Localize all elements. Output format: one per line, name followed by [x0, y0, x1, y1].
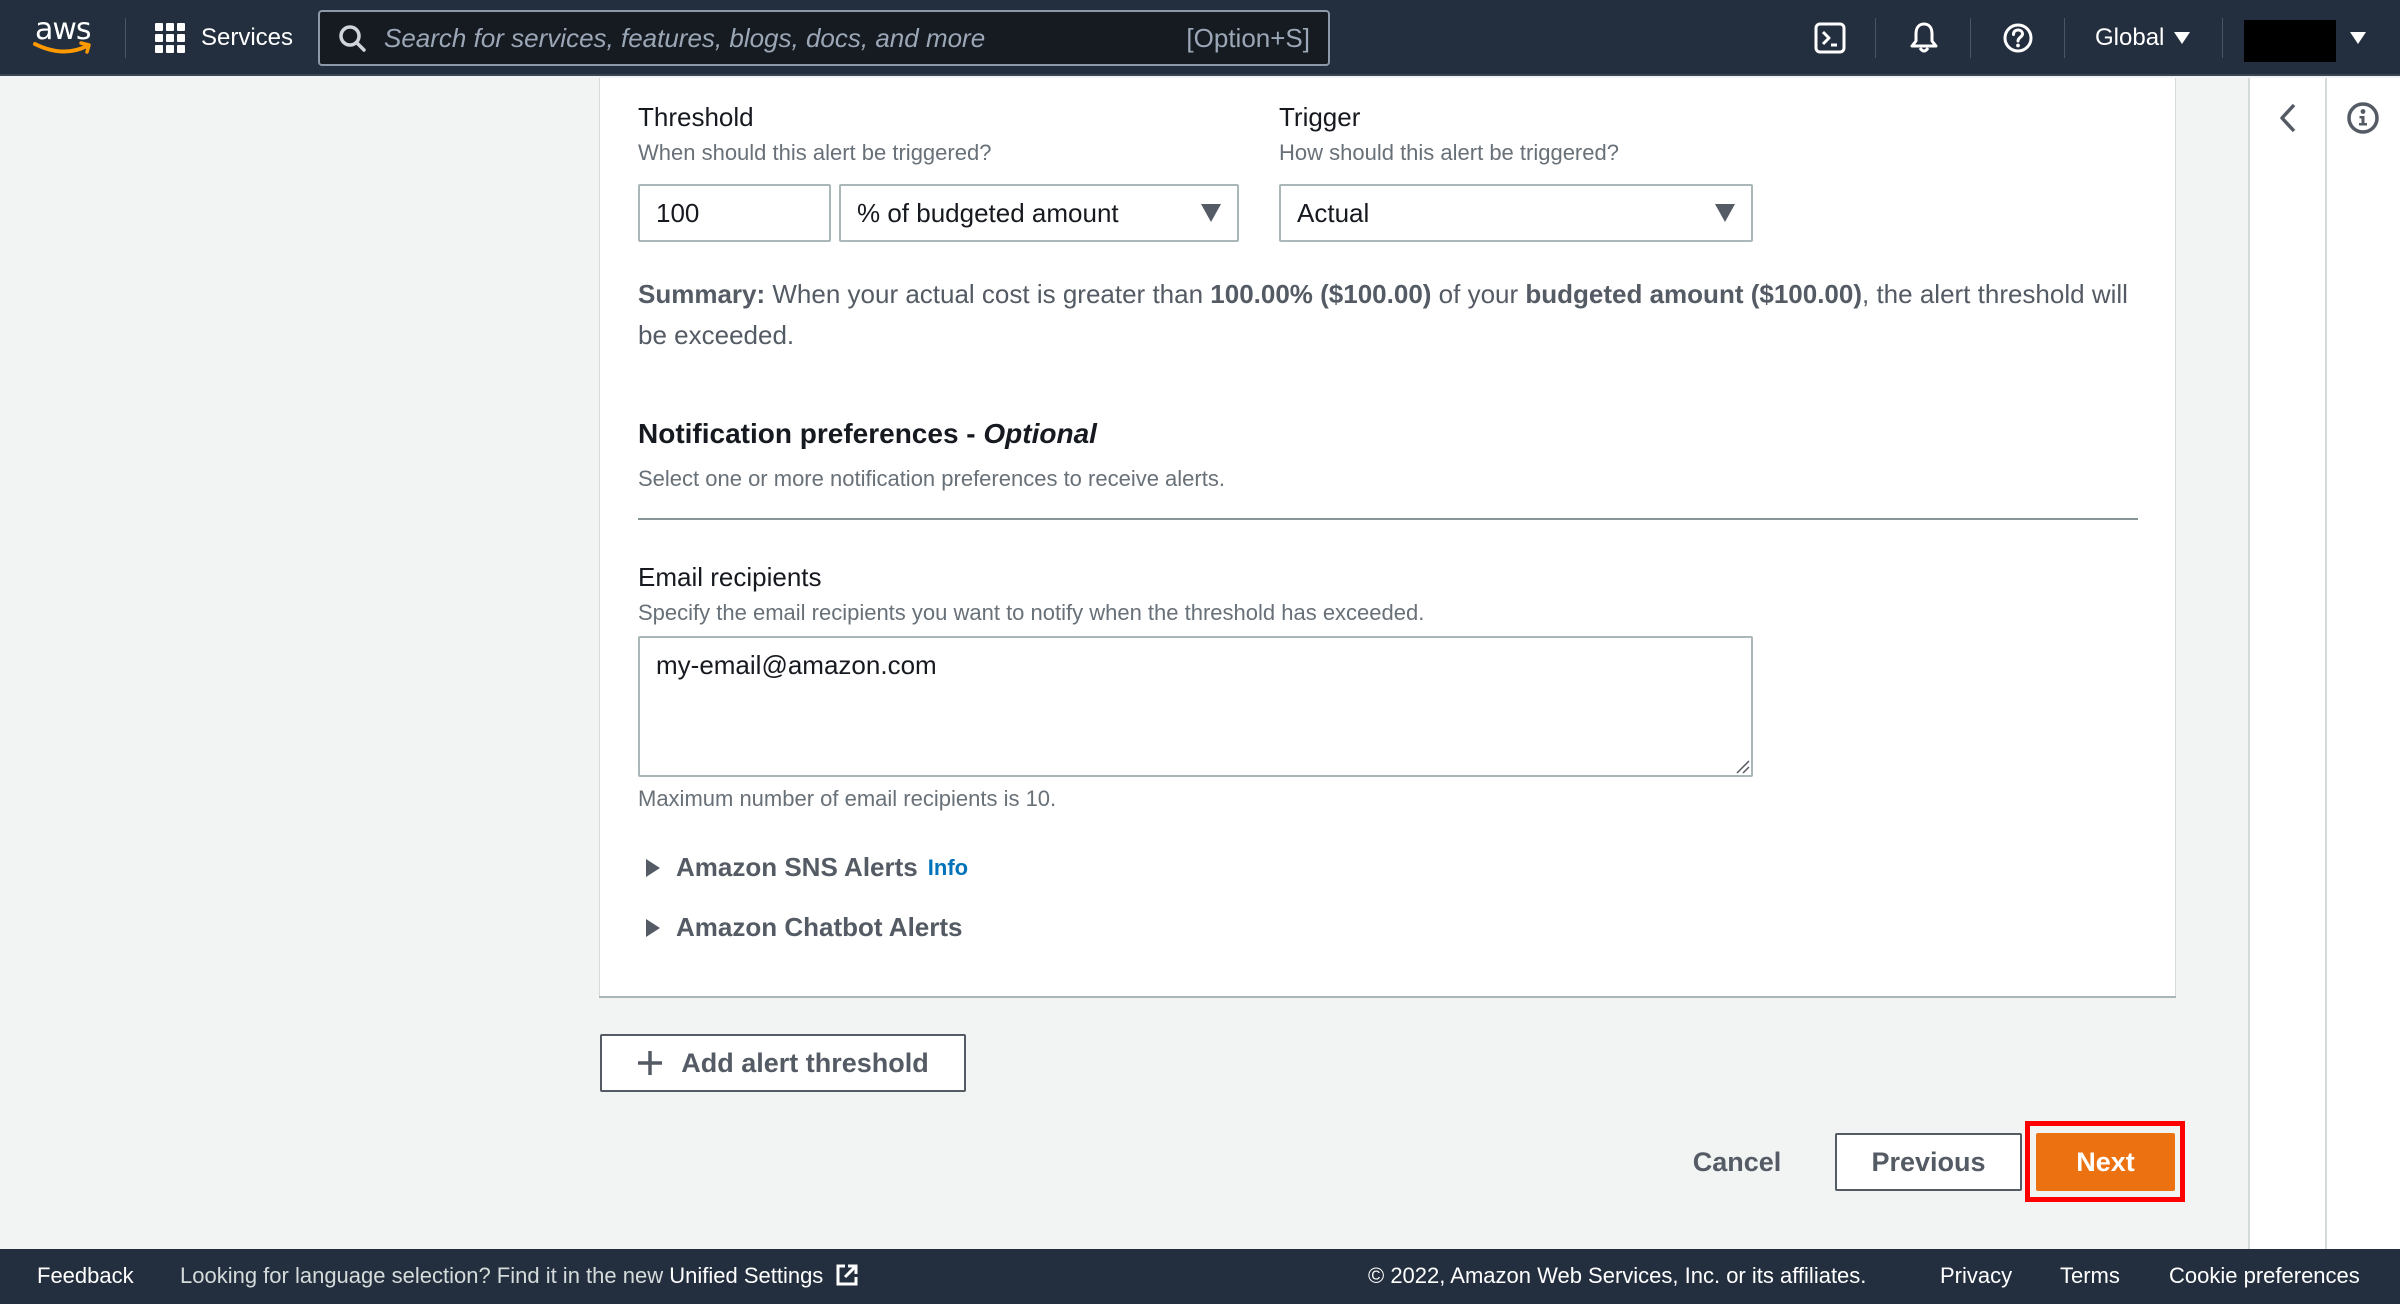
language-notice: Looking for language selection? Find it …	[180, 1263, 859, 1289]
alert-threshold-card: Threshold When should this alert be trig…	[599, 78, 2176, 996]
header-divider	[2064, 18, 2065, 58]
add-alert-threshold-label: Add alert threshold	[681, 1047, 929, 1078]
console-footer: Feedback Looking for language selection?…	[0, 1249, 2400, 1304]
header-divider	[2222, 18, 2223, 58]
email-recipients-constraint: Maximum number of email recipients is 10…	[638, 786, 1057, 811]
heading-text: Notification preferences -	[638, 418, 984, 449]
email-recipients-label: Email recipients	[638, 562, 822, 592]
section-divider	[638, 518, 2138, 520]
trigger-select[interactable]: Actual	[1279, 184, 1753, 242]
info-icon	[2347, 102, 2379, 134]
aws-logo[interactable]: aws	[33, 12, 95, 60]
caret-down-icon	[1715, 204, 1735, 222]
threshold-hint: When should this alert be triggered?	[638, 140, 992, 165]
sns-alerts-label: Amazon SNS Alerts	[676, 852, 918, 882]
notification-preferences-heading: Notification preferences - Optional	[638, 418, 1097, 450]
threshold-value-field[interactable]	[638, 184, 831, 242]
external-link-icon	[836, 1264, 858, 1286]
threshold-unit-value: % of budgeted amount	[857, 197, 1119, 228]
privacy-link[interactable]: Privacy	[1940, 1263, 2012, 1289]
summary-label: Summary:	[638, 279, 766, 309]
services-grid-icon	[155, 23, 185, 53]
region-label: Global	[2095, 24, 2165, 51]
caret-right-icon	[646, 858, 660, 877]
terms-link[interactable]: Terms	[2060, 1263, 2120, 1289]
collapse-panel-button[interactable]	[2268, 98, 2308, 138]
caret-down-icon	[1201, 204, 1221, 222]
services-label: Services	[201, 24, 294, 51]
threshold-label: Threshold	[638, 102, 754, 132]
trigger-label: Trigger	[1279, 102, 1361, 132]
search-shortcut-hint: [Option+S]	[1186, 22, 1310, 53]
help-button[interactable]	[2000, 20, 2036, 56]
aws-smile-icon	[33, 41, 91, 54]
notification-preferences-description: Select one or more notification preferen…	[638, 466, 1225, 491]
unified-settings-link[interactable]: Unified Settings	[669, 1263, 823, 1288]
help-icon	[2003, 23, 2033, 53]
search-input[interactable]	[384, 22, 1187, 54]
side-panel-info-strip	[2325, 78, 2400, 1249]
account-menu-redacted[interactable]	[2244, 20, 2336, 62]
summary-percent: 100.00% ($100.00)	[1210, 279, 1432, 309]
notifications-bell-icon	[1910, 22, 1938, 53]
threshold-summary: Summary: When your actual cost is greate…	[638, 274, 2138, 356]
notifications-button[interactable]	[1906, 20, 1942, 56]
info-panel-button[interactable]	[2343, 98, 2383, 138]
caret-right-icon	[646, 918, 660, 937]
resize-grip-icon[interactable]	[1735, 759, 1751, 775]
feedback-link[interactable]: Feedback	[37, 1263, 134, 1289]
account-caret-down-icon[interactable]	[2350, 32, 2366, 44]
copyright-text: © 2022, Amazon Web Services, Inc. or its…	[1368, 1263, 1867, 1288]
cookie-preferences-link[interactable]: Cookie preferences	[2169, 1263, 2360, 1289]
header-divider	[1875, 18, 1876, 58]
threshold-value-input[interactable]	[656, 197, 813, 229]
chatbot-alerts-label: Amazon Chatbot Alerts	[676, 912, 963, 942]
previous-button[interactable]: Previous	[1835, 1133, 2022, 1191]
cloudshell-button[interactable]	[1812, 20, 1848, 56]
summary-text: of your	[1431, 279, 1526, 309]
summary-text: When your actual cost is greater than	[765, 279, 1211, 309]
threshold-unit-select[interactable]: % of budgeted amount	[839, 184, 1239, 242]
sns-info-link[interactable]: Info	[928, 855, 968, 881]
add-alert-threshold-button[interactable]: Add alert threshold	[600, 1034, 966, 1092]
global-search-box[interactable]: [Option+S]	[318, 10, 1330, 66]
side-panel-toggle-strip	[2248, 78, 2325, 1249]
cancel-button[interactable]: Cancel	[1680, 1133, 1794, 1191]
header-divider	[1970, 18, 1971, 58]
caret-down-icon	[2174, 32, 2191, 44]
cloudshell-icon	[1814, 22, 1846, 54]
trigger-value: Actual	[1297, 197, 1370, 228]
language-notice-text: Looking for language selection? Find it …	[180, 1263, 670, 1288]
search-icon	[339, 25, 366, 52]
region-selector[interactable]: Global	[2095, 20, 2191, 56]
trigger-hint: How should this alert be triggered?	[1279, 140, 1619, 165]
next-button[interactable]: Next	[2036, 1133, 2175, 1191]
chevron-left-icon	[2280, 103, 2296, 133]
chatbot-alerts-expander[interactable]: Amazon Chatbot Alerts	[646, 912, 963, 943]
services-menu-button[interactable]: Services	[155, 20, 293, 56]
plus-icon	[638, 1051, 663, 1075]
sns-alerts-expander[interactable]: Amazon SNS Alerts Info	[646, 852, 968, 883]
summary-budget: budgeted amount ($100.00)	[1525, 279, 1863, 309]
top-navigation-bar: aws Services [Option+S]	[0, 0, 2400, 76]
email-recipients-hint: Specify the email recipients you want to…	[638, 600, 1425, 625]
email-recipients-textarea[interactable]	[638, 636, 1753, 777]
optional-tag: Optional	[983, 418, 1097, 449]
header-divider	[125, 18, 126, 58]
